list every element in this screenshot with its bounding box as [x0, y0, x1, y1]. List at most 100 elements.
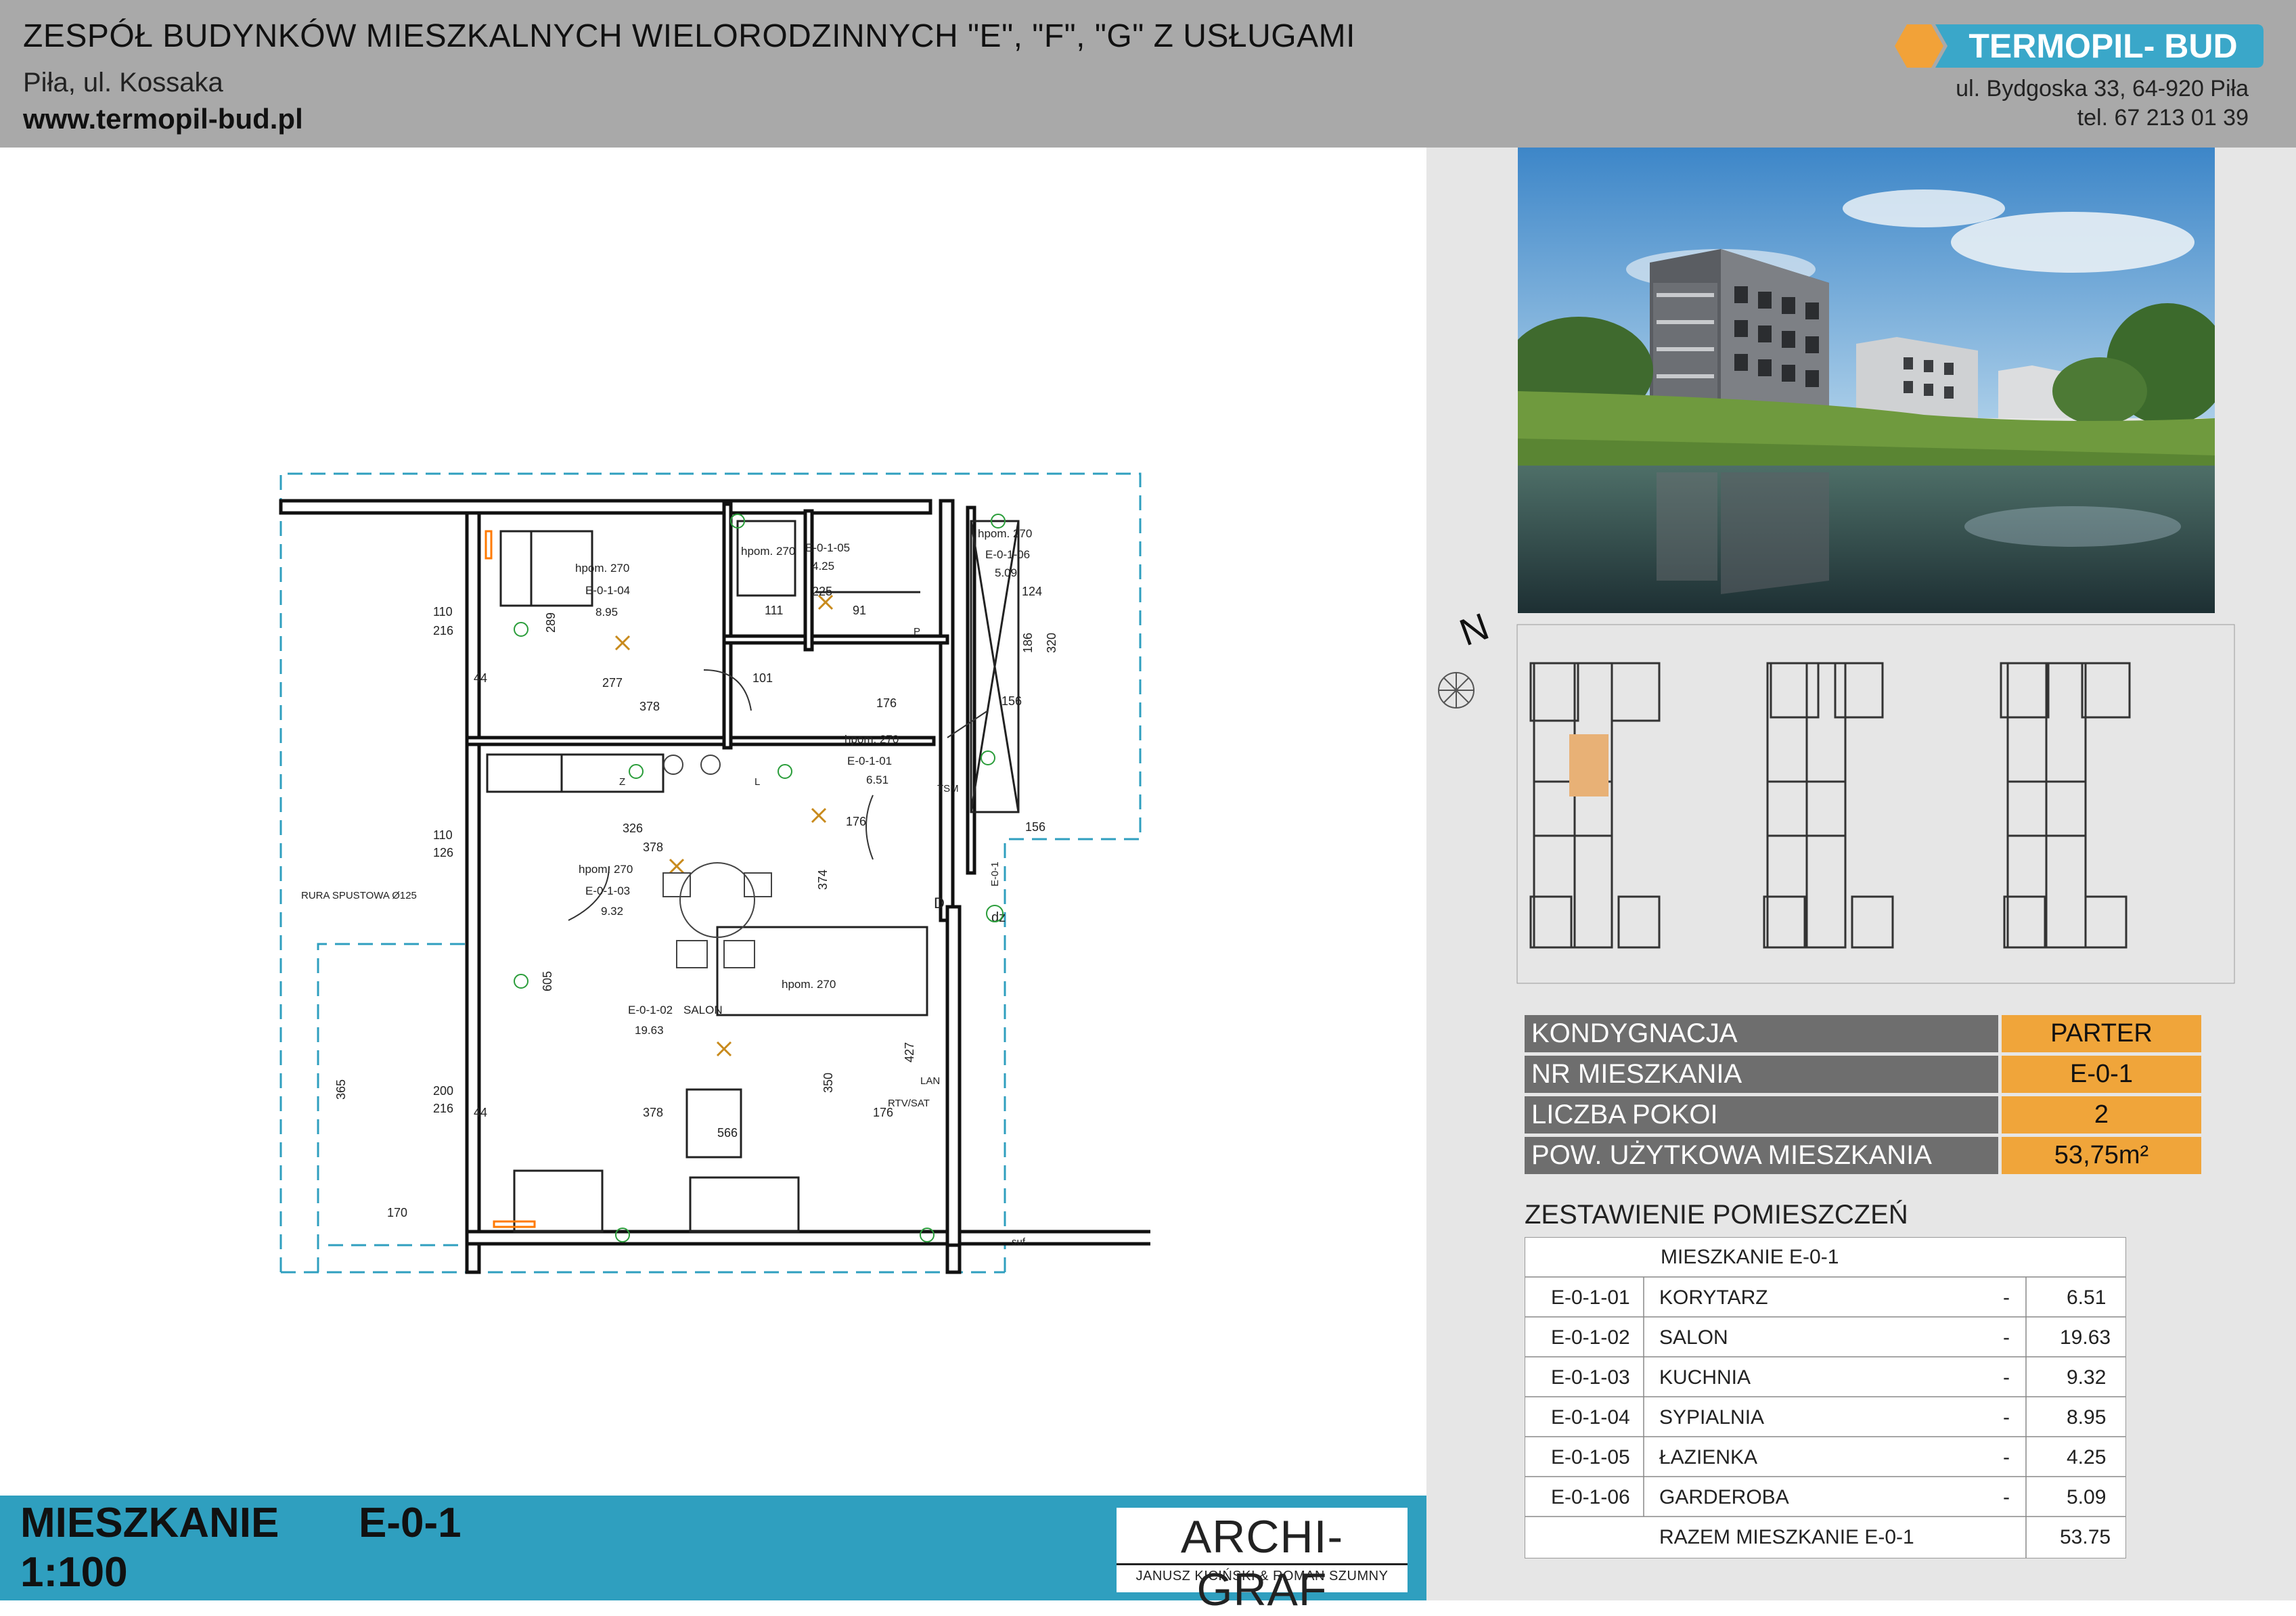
room-area-label: 5.09 [995, 566, 1017, 579]
room-code-label: E-0-1-04 [585, 584, 630, 597]
room-dash: - [2003, 1286, 2010, 1309]
room-height-label: hpom. 270 [741, 545, 795, 558]
room-height-label: hpom. 270 [782, 978, 836, 991]
apartment-summary: KONDYGNACJA PARTER NR MIESZKANIA E-0-1 L… [1525, 1015, 2201, 1174]
summary-value: E-0-1 [2002, 1056, 2201, 1093]
rtv-socket-label: RTV/SAT [888, 1098, 930, 1109]
summary-row: POW. UŻYTKOWA MIESZKANIA 53,75m² [1525, 1137, 2201, 1174]
room-code-label: E-0-1-02 [628, 1004, 673, 1016]
dimension-label: 156 [1001, 694, 1022, 708]
rooms-table-grid [1525, 1276, 2125, 1558]
architect-divider [1117, 1563, 1408, 1565]
dimension-label: 200 [433, 1084, 453, 1098]
logo-text: TERMOPIL- BUD [1968, 27, 2237, 65]
summary-value: PARTER [2002, 1015, 2201, 1052]
dimension-label: 111 [765, 604, 783, 617]
room-area: 5.09 [2067, 1486, 2107, 1508]
dimension-label: 126 [433, 846, 453, 859]
dimension-label: 277 [602, 676, 623, 690]
building-visualization [1518, 148, 2215, 613]
door-d-label: D [934, 895, 945, 912]
compass-icon [1438, 672, 1475, 709]
dimension-label: 605 [541, 971, 554, 991]
dimension-label: 101 [752, 671, 773, 685]
room-area-label: 6.51 [866, 773, 888, 786]
room-name: SYPIALNIA [1659, 1406, 1765, 1429]
dimension-label: 176 [876, 696, 897, 710]
room-name: SALON [1659, 1326, 1728, 1349]
unit-entry-label: E-0-1 [989, 861, 1001, 886]
summary-row: LICZBA POKOI 2 [1525, 1096, 2201, 1134]
room-area-label: 8.95 [595, 606, 618, 619]
project-location: Piła, ul. Kossaka [23, 68, 223, 97]
rooms-table-header: MIESZKANIE E-0-1 [1661, 1246, 1839, 1268]
termopil-logo: TERMOPIL- BUD [1895, 24, 2264, 68]
room-name: GARDEROBA [1659, 1486, 1789, 1508]
apartment-highlight [1569, 734, 1608, 796]
rooms-total-label: RAZEM MIESZKANIE E-0-1 [1659, 1526, 1914, 1548]
dimension-label: 378 [643, 840, 663, 854]
dimension-label: 170 [387, 1206, 407, 1219]
suf-label: suf [1012, 1236, 1026, 1248]
drain-pipe-label: RURA SPUSTOWA Ø125 [301, 890, 417, 901]
summary-label: LICZBA POKOI [1525, 1096, 1998, 1134]
room-code: E-0-1-03 [1551, 1366, 1630, 1389]
summary-row: NR MIESZKANIA E-0-1 [1525, 1056, 2201, 1093]
summary-value: 53,75m² [2002, 1137, 2201, 1174]
room-code-label: E-0-1-06 [985, 548, 1030, 561]
building-f-outline [1763, 662, 1894, 949]
dimension-label: 378 [643, 1106, 663, 1119]
room-height-label: hpom. 270 [579, 863, 633, 876]
building-key-plan: N [1438, 612, 2235, 984]
building-g-outline [2000, 662, 2131, 949]
plot-boundary [279, 472, 1142, 1274]
l-label: L [755, 776, 760, 788]
room-dash: - [2003, 1366, 2010, 1389]
rooms-table-title: ZESTAWIENIE POMIESZCZEŃ [1525, 1200, 1908, 1230]
dimension-label: 225 [812, 585, 832, 598]
room-name: KORYTARZ [1659, 1286, 1768, 1309]
apartment-code: E-0-1 [359, 1500, 462, 1546]
website-link[interactable]: www.termopil-bud.pl [23, 103, 303, 135]
room-area: 4.25 [2067, 1446, 2107, 1468]
room-name: KUCHNIA [1659, 1366, 1751, 1389]
room-dash: - [2003, 1446, 2010, 1468]
architect-names: JANUSZ KICIŃSKI & ROMAN SZUMNY [1135, 1569, 1389, 1584]
room-code-label: E-0-1-03 [585, 884, 630, 897]
dimension-label: 44 [474, 1106, 487, 1119]
dimension-label: 44 [474, 671, 487, 685]
lan-socket-label: LAN [920, 1075, 940, 1087]
room-area-label: 9.32 [601, 905, 623, 918]
dimension-label: 110 [433, 605, 453, 619]
dz-label: dz [991, 910, 1006, 925]
room-dash: - [2003, 1406, 2010, 1429]
room-area-label: 4.25 [812, 560, 834, 573]
dimension-label: 156 [1025, 820, 1045, 834]
dimension-label: 176 [846, 815, 866, 828]
room-area: 6.51 [2067, 1286, 2107, 1309]
room-code: E-0-1-06 [1551, 1486, 1630, 1508]
room-code: E-0-1-02 [1551, 1326, 1630, 1349]
dimension-label: 378 [639, 700, 660, 713]
tsm-label: TSM [937, 783, 959, 794]
project-title: ZESPÓŁ BUDYNKÓW MIESZKALNYCH WIELORODZIN… [23, 18, 1355, 54]
company-address: ul. Bydgoska 33, 64-920 Piła [1956, 76, 2249, 102]
dimension-label: 186 [1021, 633, 1035, 653]
p-label: P [914, 626, 920, 637]
dimension-label: 566 [717, 1126, 738, 1140]
dimension-label: 350 [821, 1073, 835, 1093]
dimension-label: 374 [816, 870, 830, 890]
dimension-label: 427 [903, 1042, 916, 1062]
company-phone: tel. 67 213 01 39 [2077, 105, 2249, 131]
hexagon-icon [1895, 24, 1943, 68]
floor-plan: hpom. 270 E-0-1-04 8.95 hpom. 270 E-0-1-… [279, 472, 1150, 1274]
north-arrow-label: N [1454, 612, 1495, 654]
z-label: Z [619, 776, 625, 788]
room-area: 19.63 [2060, 1326, 2111, 1349]
summary-row: KONDYGNACJA PARTER [1525, 1015, 2201, 1052]
dimension-label: 216 [433, 1102, 453, 1115]
room-height-label: hpom. 270 [978, 527, 1032, 540]
room-area: 9.32 [2067, 1366, 2107, 1389]
dimension-label: 110 [433, 828, 453, 842]
apartment-label: MIESZKANIE [20, 1500, 279, 1546]
